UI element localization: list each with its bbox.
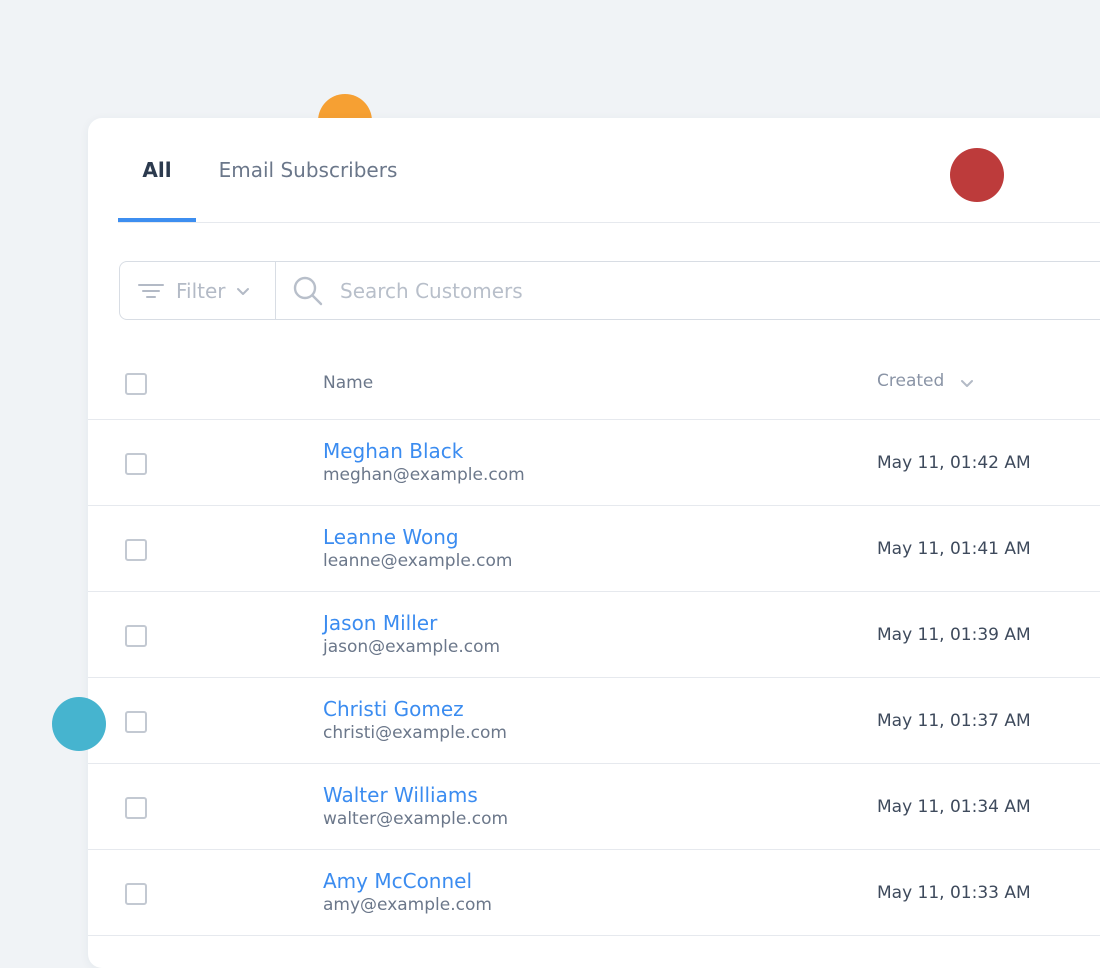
table-row: Amy McConnel amy@example.com May 11, 01:… bbox=[88, 850, 1100, 936]
row-checkbox[interactable] bbox=[125, 625, 147, 647]
chevron-down-icon bbox=[236, 287, 249, 295]
created-date: May 11, 01:41 AM bbox=[877, 539, 1031, 559]
customer-email: leanne@example.com bbox=[323, 551, 513, 571]
customer-name-link[interactable]: Walter Williams bbox=[323, 783, 478, 807]
search-icon bbox=[293, 276, 323, 305]
customer-name-link[interactable]: Meghan Black bbox=[323, 439, 463, 463]
created-date: May 11, 01:33 AM bbox=[877, 883, 1031, 903]
customer-email: jason@example.com bbox=[323, 637, 501, 657]
select-all-checkbox[interactable] bbox=[125, 373, 147, 395]
customers-table: Name Created Meghan Black meghan@example… bbox=[88, 340, 1100, 936]
customer-email: walter@example.com bbox=[323, 809, 509, 829]
customer-email: meghan@example.com bbox=[323, 465, 525, 485]
table-row: Leanne Wong leanne@example.com May 11, 0… bbox=[88, 506, 1100, 592]
table-row: Walter Williams walter@example.com May 1… bbox=[88, 764, 1100, 850]
search-input[interactable] bbox=[338, 277, 942, 304]
tab-all[interactable]: All bbox=[118, 118, 196, 222]
filter-label: Filter bbox=[176, 278, 226, 303]
created-date: May 11, 01:42 AM bbox=[877, 453, 1031, 473]
created-date: May 11, 01:39 AM bbox=[877, 625, 1031, 645]
row-checkbox[interactable] bbox=[125, 711, 147, 733]
table-header-row: Name Created bbox=[88, 340, 1100, 420]
table-row: Jason Miller jason@example.com May 11, 0… bbox=[88, 592, 1100, 678]
filter-button[interactable]: Filter bbox=[120, 262, 276, 319]
tab-email-subscribers[interactable]: Email Subscribers bbox=[218, 118, 398, 222]
customer-email: christi@example.com bbox=[323, 723, 507, 743]
customer-name-link[interactable]: Amy McConnel bbox=[323, 869, 472, 893]
table-row: Christi Gomez christi@example.com May 11… bbox=[88, 678, 1100, 764]
customers-card: All Email Subscribers Filter Name bbox=[88, 118, 1100, 968]
filter-lines-icon bbox=[138, 283, 164, 298]
row-checkbox[interactable] bbox=[125, 539, 147, 561]
sort-chevron-icon bbox=[961, 380, 974, 387]
customer-email: amy@example.com bbox=[323, 895, 492, 915]
row-checkbox[interactable] bbox=[125, 883, 147, 905]
decorative-red-dot bbox=[950, 148, 1004, 202]
column-header-created[interactable]: Created bbox=[877, 371, 974, 391]
search-box bbox=[276, 262, 1100, 319]
customer-name-link[interactable]: Jason Miller bbox=[323, 611, 437, 635]
decorative-teal-dot bbox=[52, 697, 106, 751]
table-row: Meghan Black meghan@example.com May 11, … bbox=[88, 420, 1100, 506]
created-date: May 11, 01:37 AM bbox=[877, 711, 1031, 731]
customer-name-link[interactable]: Leanne Wong bbox=[323, 525, 459, 549]
customer-name-link[interactable]: Christi Gomez bbox=[323, 697, 464, 721]
filter-search-toolbar: Filter bbox=[119, 261, 1100, 320]
row-checkbox[interactable] bbox=[125, 453, 147, 475]
created-date: May 11, 01:34 AM bbox=[877, 797, 1031, 817]
row-checkbox[interactable] bbox=[125, 797, 147, 819]
column-header-created-label: Created bbox=[877, 371, 945, 391]
column-header-name: Name bbox=[323, 373, 374, 393]
